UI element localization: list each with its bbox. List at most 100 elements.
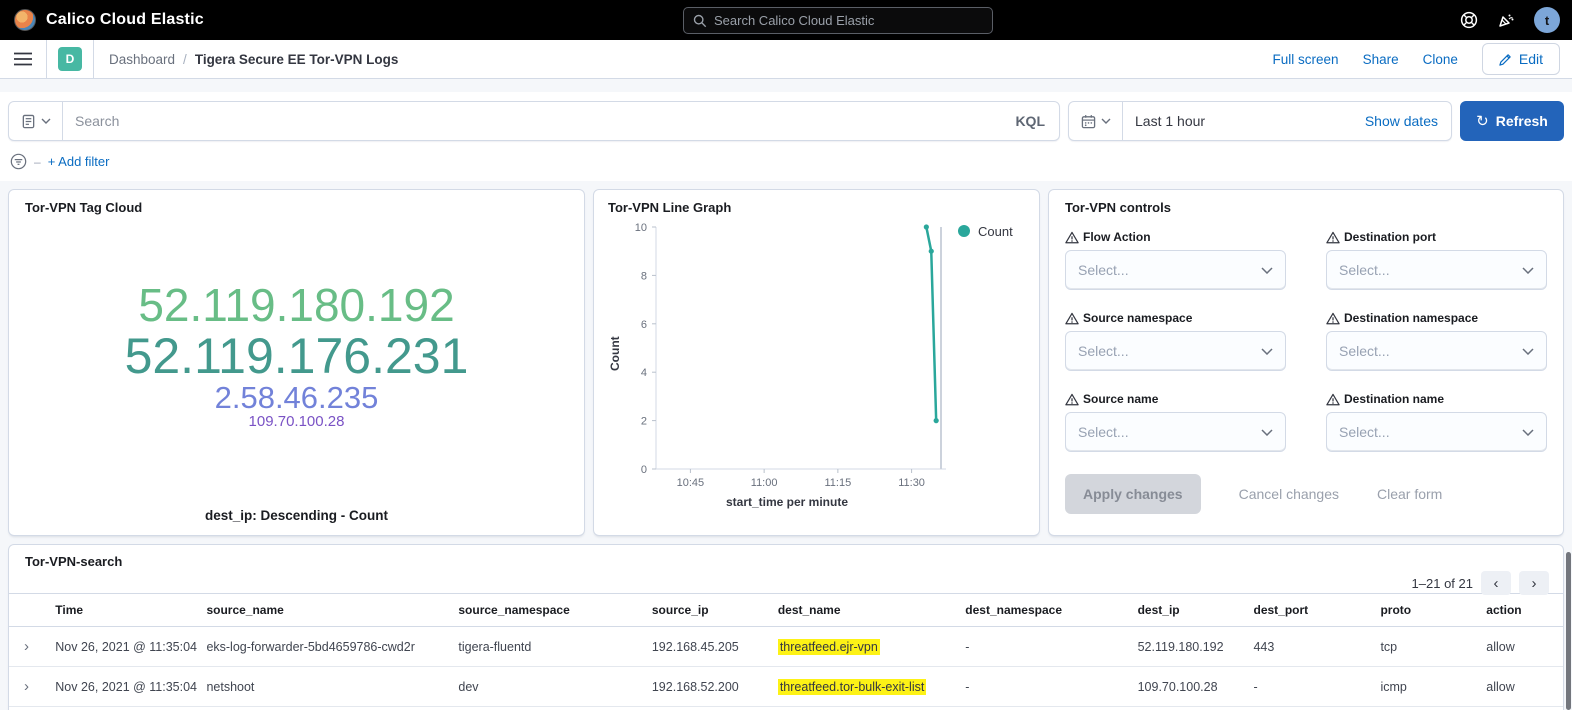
date-quick-menu-button[interactable]: [1069, 102, 1123, 140]
field-label: Destination name: [1326, 392, 1547, 406]
cell-source_ip: 192.168.52.200: [644, 667, 770, 707]
svg-text:4: 4: [641, 367, 647, 379]
legend-item-count[interactable]: Count: [958, 223, 1013, 239]
calendar-icon: [1081, 114, 1096, 129]
warning-icon: [1326, 312, 1340, 325]
saved-query-menu-button[interactable]: [9, 102, 63, 140]
chevron-down-icon: [1261, 429, 1273, 436]
warning-icon: [1326, 231, 1340, 244]
column-header-action: action: [1478, 594, 1563, 627]
time-range-value[interactable]: Last 1 hour: [1123, 113, 1365, 129]
field-label: Flow Action: [1065, 230, 1286, 244]
cancel-changes-button[interactable]: Cancel changes: [1239, 486, 1339, 502]
filter-dash: –: [34, 155, 41, 169]
svg-text:8: 8: [641, 270, 647, 282]
select-input[interactable]: Select...: [1065, 412, 1286, 452]
expand-row-icon[interactable]: ›: [9, 627, 47, 667]
select-input[interactable]: Select...: [1326, 250, 1547, 290]
cell-dest_port: 443: [1245, 627, 1372, 667]
panel-title: Tor-VPN Tag Cloud: [25, 200, 568, 215]
cell-source_namespace: dev: [450, 667, 643, 707]
logs-table: Timesource_namesource_namespacesource_ip…: [9, 593, 1563, 710]
control-field: Destination port Select...: [1326, 230, 1547, 290]
apply-changes-button[interactable]: Apply changes: [1065, 474, 1201, 514]
kql-search-input[interactable]: Search KQL: [8, 101, 1060, 141]
clone-link[interactable]: Clone: [1423, 52, 1458, 67]
line-chart: Count 024681010:4511:0011:1511:30 start_…: [608, 219, 1025, 509]
nav-left: D Dashboard / Tigera Secure EE Tor-VPN L…: [0, 40, 398, 78]
expand-row-icon[interactable]: ›: [9, 667, 47, 707]
prev-page-icon[interactable]: ‹: [1481, 571, 1511, 595]
select-input[interactable]: Select...: [1065, 250, 1286, 290]
cell-dest_port: -: [1245, 707, 1372, 710]
table-row: ›Nov 26, 2021 @ 11:35:04.000netshootdev1…: [9, 667, 1563, 707]
global-search-input[interactable]: Search Calico Cloud Elastic: [683, 7, 993, 34]
search-table-panel: Tor-VPN-search 1–21 of 21 ‹ › Timesource…: [8, 544, 1564, 710]
panels-row: Tor-VPN Tag Cloud 52.119.180.19252.119.1…: [8, 189, 1564, 536]
full-screen-link[interactable]: Full screen: [1273, 52, 1339, 67]
chevron-down-icon: [1522, 429, 1534, 436]
user-avatar[interactable]: t: [1534, 7, 1560, 33]
control-field: Source nameSelect...: [1065, 392, 1286, 452]
dashboard-actions: Full screen Share Clone Edit: [1273, 43, 1572, 75]
dashboard-app-badge[interactable]: D: [47, 40, 94, 78]
cell-action: allow: [1478, 627, 1563, 667]
highlighted-value: threatfeed.tor-bulk-exit-list: [778, 679, 927, 695]
filter-set-icon[interactable]: [10, 153, 27, 170]
help-icon[interactable]: [1460, 11, 1478, 29]
cell-dest_ip: 109.70.100.28: [1130, 667, 1246, 707]
clear-form-button[interactable]: Clear form: [1377, 486, 1442, 502]
field-label: Destination port: [1326, 230, 1547, 244]
cell-source_ip: 192.168.45.205: [644, 627, 770, 667]
top-header-bar: Calico Cloud Elastic Search Calico Cloud…: [0, 0, 1572, 40]
control-field: Flow Action Select...: [1065, 230, 1286, 290]
tag-cloud-term[interactable]: 52.119.176.231: [125, 330, 469, 382]
breadcrumb-dashboard[interactable]: Dashboard: [109, 52, 175, 67]
tag-cloud-term[interactable]: 52.119.180.192: [138, 282, 454, 330]
cell-proto: icmp: [1372, 667, 1478, 707]
pencil-icon: [1499, 53, 1512, 66]
panel-title: Tor-VPN-search: [9, 554, 1563, 569]
select-input[interactable]: Select...: [1326, 412, 1547, 452]
svg-text:0: 0: [641, 464, 647, 476]
pagination: 1–21 of 21 ‹ ›: [1412, 571, 1549, 595]
next-page-icon[interactable]: ›: [1519, 571, 1549, 595]
date-picker: Last 1 hour Show dates: [1068, 101, 1452, 141]
column-header-proto: proto: [1372, 594, 1478, 627]
show-dates-link[interactable]: Show dates: [1365, 113, 1451, 129]
refresh-icon: ↻: [1476, 112, 1489, 130]
expand-row-icon[interactable]: ›: [9, 707, 47, 710]
vertical-scrollbar[interactable]: [1566, 552, 1571, 710]
menu-icon[interactable]: [0, 40, 47, 78]
tag-cloud-term[interactable]: 109.70.100.28: [249, 414, 345, 430]
chevron-down-icon: [1522, 348, 1534, 355]
controls-grid: Flow Action Select... Destination port Sele…: [1065, 230, 1547, 452]
tag-cloud-term[interactable]: 2.58.46.235: [215, 382, 379, 414]
kql-language-button[interactable]: KQL: [1015, 113, 1059, 129]
chevron-down-icon: [1522, 267, 1534, 274]
tag-cloud-panel: Tor-VPN Tag Cloud 52.119.180.19252.119.1…: [8, 189, 585, 536]
field-label: Source namespace: [1065, 311, 1286, 325]
tag-cloud: 52.119.180.19252.119.176.2312.58.46.2351…: [9, 232, 584, 479]
cell-source_namespace: dev: [450, 707, 643, 710]
control-field: Source namespace Select...: [1065, 311, 1286, 371]
newsfeed-icon[interactable]: [1497, 11, 1515, 29]
column-header-dest_namespace: dest_namespace: [957, 594, 1129, 627]
add-filter-link[interactable]: + Add filter: [48, 154, 110, 169]
select-input[interactable]: Select...: [1326, 331, 1547, 371]
share-link[interactable]: Share: [1363, 52, 1399, 67]
svg-text:6: 6: [641, 319, 647, 331]
filter-bar: – + Add filter: [8, 153, 1564, 170]
header-actions: t: [1460, 0, 1560, 40]
svg-text:10: 10: [635, 222, 647, 234]
select-input[interactable]: Select...: [1065, 331, 1286, 371]
cell-time: Nov 26, 2021 @ 11:34:54.000: [47, 707, 198, 710]
highlighted-value: threatfeed.ejr-vpn: [778, 639, 880, 655]
refresh-button[interactable]: ↻ Refresh: [1460, 101, 1564, 141]
tag-cloud-caption: dest_ip: Descending - Count: [9, 508, 584, 523]
table-row: ›Nov 26, 2021 @ 11:35:04.000eks-log-forw…: [9, 627, 1563, 667]
x-axis-label: start_time per minute: [622, 495, 952, 509]
edit-button[interactable]: Edit: [1482, 43, 1560, 75]
chevron-down-icon: [1261, 348, 1273, 355]
controls-buttons: Apply changes Cancel changes Clear form: [1065, 474, 1547, 514]
